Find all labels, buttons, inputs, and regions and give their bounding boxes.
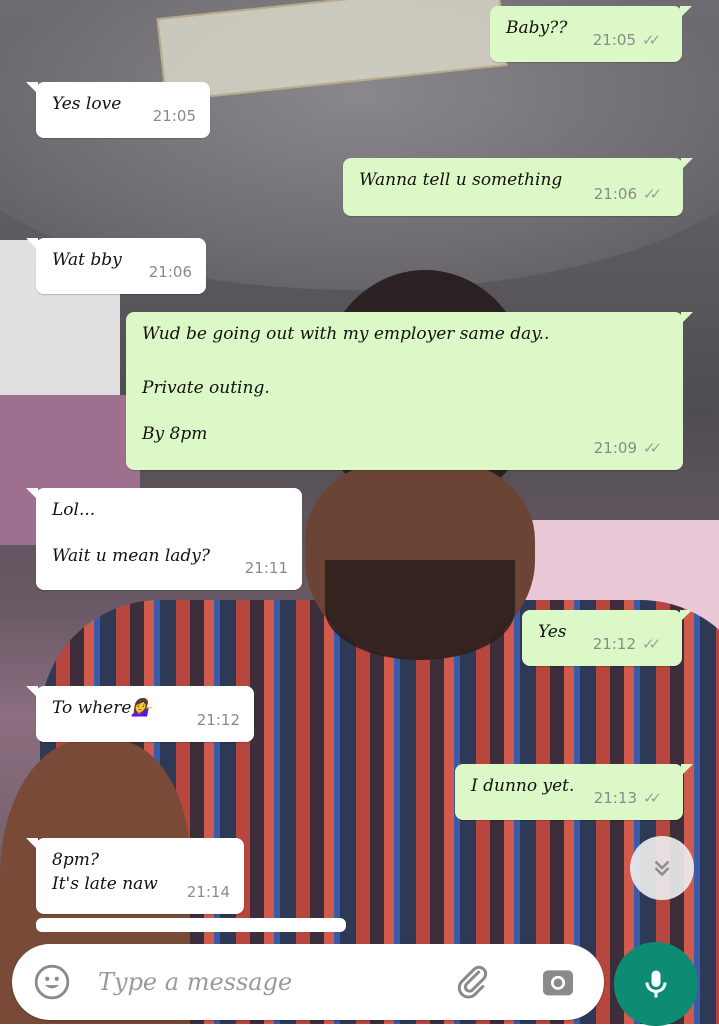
message-time: 21:05 xyxy=(152,107,196,125)
message-bubble-incoming[interactable]: Yes love 21:05 xyxy=(26,82,210,138)
voice-message-button[interactable] xyxy=(614,942,698,1026)
message-bubble-incoming[interactable]: Wat bby 21:06 xyxy=(26,238,206,294)
emoji-button[interactable] xyxy=(30,960,74,1004)
message-time: 21:06 xyxy=(593,185,637,203)
message-text: 8pm? xyxy=(52,850,99,870)
camera-icon xyxy=(543,970,573,996)
partial-message-bubble xyxy=(36,918,346,932)
read-receipt-icon: ✓✓ xyxy=(642,31,661,49)
message-bubble-outgoing[interactable]: Wanna tell u something 21:06 ✓✓ xyxy=(343,158,693,216)
message-bubble-outgoing[interactable]: Baby?? 21:05 ✓✓ xyxy=(490,6,692,62)
read-receipt-icon: ✓✓ xyxy=(643,185,662,203)
message-time: 21:09 xyxy=(593,439,637,457)
read-receipt-icon: ✓✓ xyxy=(643,439,662,457)
attach-button[interactable] xyxy=(450,960,494,1004)
wallpaper-beard xyxy=(325,560,515,660)
message-text: Private outing. xyxy=(142,378,270,398)
message-text: By 8pm xyxy=(142,424,208,444)
message-time: 21:05 xyxy=(592,31,636,49)
message-bubble-outgoing[interactable]: Yes 21:12 ✓✓ xyxy=(522,610,692,666)
emoji-icon xyxy=(34,964,70,1000)
message-time: 21:13 xyxy=(593,789,637,807)
microphone-icon xyxy=(645,970,667,998)
message-time: 21:06 xyxy=(148,263,192,281)
double-chevron-down-icon xyxy=(654,860,670,877)
paperclip-icon xyxy=(457,965,488,999)
message-bubble-incoming[interactable]: Lol... Wait u mean lady? 21:11 xyxy=(26,488,302,590)
message-text: Lol... xyxy=(52,500,96,520)
read-receipt-icon: ✓✓ xyxy=(643,789,662,807)
message-bubble-outgoing[interactable]: I dunno yet. 21:13 ✓✓ xyxy=(455,764,693,820)
message-text: Wud be going out with my employer same d… xyxy=(142,324,550,344)
message-bubble-incoming[interactable]: To where💁‍♀️ 21:12 xyxy=(26,686,254,742)
scroll-to-bottom-button[interactable] xyxy=(630,836,694,900)
message-bubble-outgoing[interactable]: Wud be going out with my employer same d… xyxy=(126,312,693,470)
message-composer[interactable]: Type a message xyxy=(12,944,604,1020)
message-time: 21:12 xyxy=(196,711,240,729)
camera-button[interactable] xyxy=(536,960,580,1004)
message-time: 21:14 xyxy=(186,883,230,901)
message-time: 21:11 xyxy=(244,559,288,577)
message-time: 21:12 xyxy=(592,635,636,653)
read-receipt-icon: ✓✓ xyxy=(642,635,661,653)
message-input[interactable]: Type a message xyxy=(98,968,292,996)
message-bubble-incoming[interactable]: 8pm? It's late naw 21:14 xyxy=(26,838,244,914)
